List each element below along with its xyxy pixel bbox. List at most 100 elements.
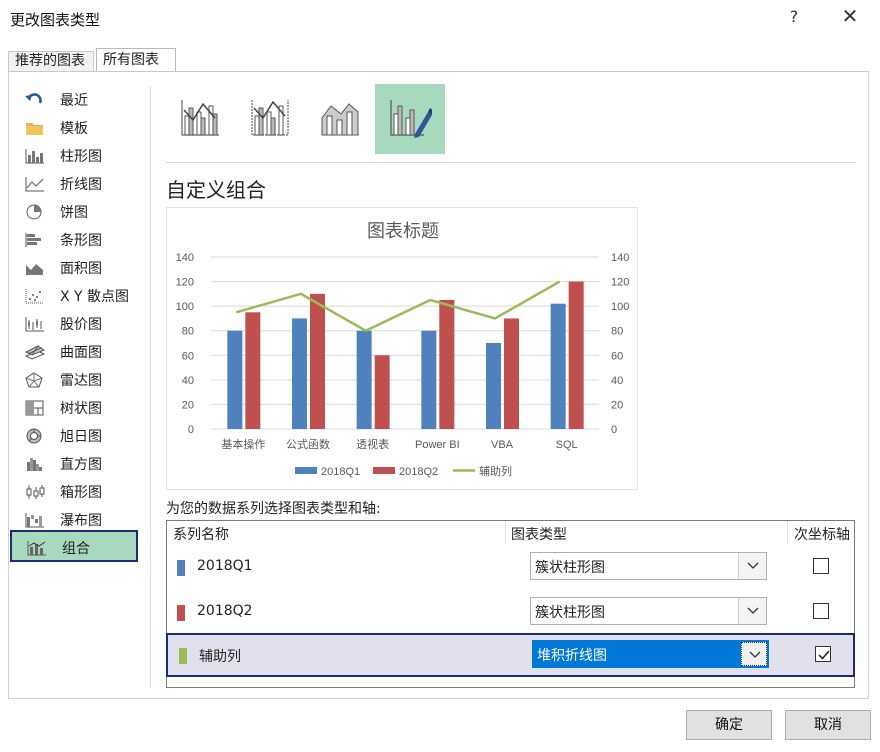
- sidebar-item-bar[interactable]: 条形图: [12, 226, 140, 254]
- y-tick-label: 100: [176, 301, 194, 313]
- preview-chart: 图表标题 0 20 40 60 80 100 120 140 0 20 40 60 80 100 120 1…: [176, 221, 630, 478]
- window-title: 更改图表类型: [10, 11, 101, 29]
- series-instruction: 为您的数据系列选择图表类型和轴:: [166, 501, 381, 517]
- header-separator: [787, 521, 788, 543]
- sidebar-item-label: 瀑布图: [60, 513, 102, 529]
- y2-tick-label: 80: [611, 326, 623, 338]
- sidebar-item-recent[interactable]: 最近: [12, 86, 140, 114]
- dropdown-button[interactable]: [738, 598, 766, 624]
- combo-column-line-secondary-icon: [251, 100, 289, 136]
- sidebar-item-label: X Y 散点图: [60, 289, 130, 305]
- sidebar-divider: [150, 86, 151, 688]
- y2-tick-label: 20: [611, 399, 623, 411]
- sidebar-item-templates[interactable]: 模板: [12, 114, 140, 142]
- sidebar-item-area[interactable]: 面积图: [12, 254, 140, 282]
- sidebar-item-line[interactable]: 折线图: [12, 170, 140, 198]
- header-chart-type: 图表类型: [511, 527, 567, 543]
- category-label: 基本操作: [221, 437, 265, 451]
- category-label: 透视表: [356, 437, 389, 451]
- y-tick-label: 60: [182, 350, 194, 362]
- cancel-button[interactable]: 取消: [785, 710, 871, 740]
- combo-type-custom[interactable]: [375, 84, 445, 154]
- combo-type-clustered-column-line[interactable]: [166, 84, 236, 154]
- y-tick-label: 120: [176, 277, 194, 289]
- sidebar-item-radar[interactable]: 雷达图: [12, 366, 140, 394]
- chevron-down-icon: [747, 562, 759, 569]
- section-title: 自定义组合: [166, 178, 266, 202]
- bar-2018Q1: [550, 303, 566, 429]
- area-chart-icon: [26, 264, 43, 275]
- column-chart-icon: [25, 149, 44, 164]
- category-label: Power BI: [415, 439, 460, 451]
- tab-recommended[interactable]: 推荐的图表: [8, 51, 94, 72]
- secondary-axis-checkbox[interactable]: [813, 603, 829, 619]
- legend-label: 2018Q1: [321, 466, 360, 478]
- custom-combo-icon: [390, 100, 432, 138]
- dropdown-button[interactable]: [738, 553, 766, 579]
- sidebar-item-histogram[interactable]: 直方图: [12, 450, 140, 478]
- y-tick-label: 20: [182, 399, 194, 411]
- sidebar-item-label: 折线图: [60, 177, 102, 193]
- bar-2018Q2: [310, 293, 325, 429]
- sidebar-item-combo[interactable]: 组合: [10, 530, 138, 562]
- y2-tick-label: 0: [611, 424, 617, 436]
- series-row-selected[interactable]: 辅助列 堆积折线图: [166, 633, 855, 677]
- radar-chart-icon: [25, 372, 43, 388]
- series-table: 系列名称 图表类型 次坐标轴 2018Q1 簇状柱形图 2018Q2 簇状柱形图…: [166, 520, 855, 688]
- category-label: SQL: [556, 439, 578, 451]
- sidebar-item-boxplot[interactable]: 箱形图: [12, 478, 140, 506]
- y2-tick-label: 140: [611, 252, 629, 264]
- y2-tick-label: 120: [611, 277, 629, 289]
- dropdown-button[interactable]: [741, 642, 767, 666]
- stock-chart-icon: [25, 317, 44, 332]
- chart-type-value: 簇状柱形图: [535, 560, 605, 576]
- sidebar-item-sunburst[interactable]: 旭日图: [12, 422, 140, 450]
- recent-icon: [25, 93, 42, 104]
- combo-type-stacked-area-column[interactable]: [306, 84, 376, 154]
- close-button[interactable]: ✕: [838, 4, 862, 28]
- series-name: 2018Q2: [197, 603, 253, 619]
- series-color-swatch: [177, 605, 185, 621]
- waterfall-icon: [25, 513, 44, 528]
- chart-type-select[interactable]: 簇状柱形图: [530, 597, 767, 625]
- sidebar-item-label: 模板: [60, 121, 88, 137]
- sidebar-item-surface[interactable]: 曲面图: [12, 338, 140, 366]
- check-icon: [818, 650, 830, 660]
- sidebar-item-label: 面积图: [60, 261, 102, 277]
- series-color-swatch: [179, 648, 187, 664]
- bar-2018Q1: [486, 343, 501, 429]
- series-name: 辅助列: [199, 649, 241, 665]
- help-button[interactable]: ?: [784, 7, 804, 26]
- sidebar-item-treemap[interactable]: 树状图: [12, 394, 140, 422]
- series-row[interactable]: 2018Q2 簇状柱形图: [167, 591, 854, 635]
- y-tick-label: 140: [176, 252, 194, 264]
- y2-tick-label: 60: [611, 350, 623, 362]
- chevron-down-icon: [747, 607, 759, 614]
- chart-preview: 图表标题 0 20 40 60 80 100 120 140 0 20 40 60 80 100 120 1…: [166, 207, 638, 490]
- combo-type-column-line-secondary[interactable]: [236, 84, 306, 154]
- sidebar-item-scatter[interactable]: X Y 散点图: [12, 282, 140, 310]
- scatter-chart-icon: [25, 289, 44, 304]
- sidebar-item-pie[interactable]: 饼图: [12, 198, 140, 226]
- sidebar-item-label: 饼图: [60, 205, 88, 221]
- type-divider: [166, 162, 856, 163]
- bar-2018Q1: [292, 318, 307, 429]
- y-tick-label: 0: [188, 424, 194, 436]
- pie-chart-icon: [26, 204, 42, 220]
- header-series-name: 系列名称: [173, 527, 229, 543]
- series-name: 2018Q1: [197, 558, 253, 574]
- legend-label: 2018Q2: [399, 466, 438, 478]
- chart-type-select[interactable]: 堆积折线图: [532, 640, 769, 668]
- ok-button[interactable]: 确定: [686, 710, 772, 740]
- y-tick-label: 40: [182, 375, 194, 387]
- combo-chart-icon: [27, 541, 46, 556]
- sidebar-item-stock[interactable]: 股价图: [12, 310, 140, 338]
- chart-type-select[interactable]: 簇状柱形图: [530, 552, 767, 580]
- bar-2018Q2: [374, 355, 390, 429]
- secondary-axis-checkbox[interactable]: [813, 558, 829, 574]
- tab-all-charts[interactable]: 所有图表: [96, 48, 176, 72]
- secondary-axis-checkbox[interactable]: [815, 646, 831, 662]
- series-row[interactable]: 2018Q1 簇状柱形图: [167, 546, 854, 590]
- surface-chart-icon: [24, 345, 46, 360]
- sidebar-item-column[interactable]: 柱形图: [12, 142, 140, 170]
